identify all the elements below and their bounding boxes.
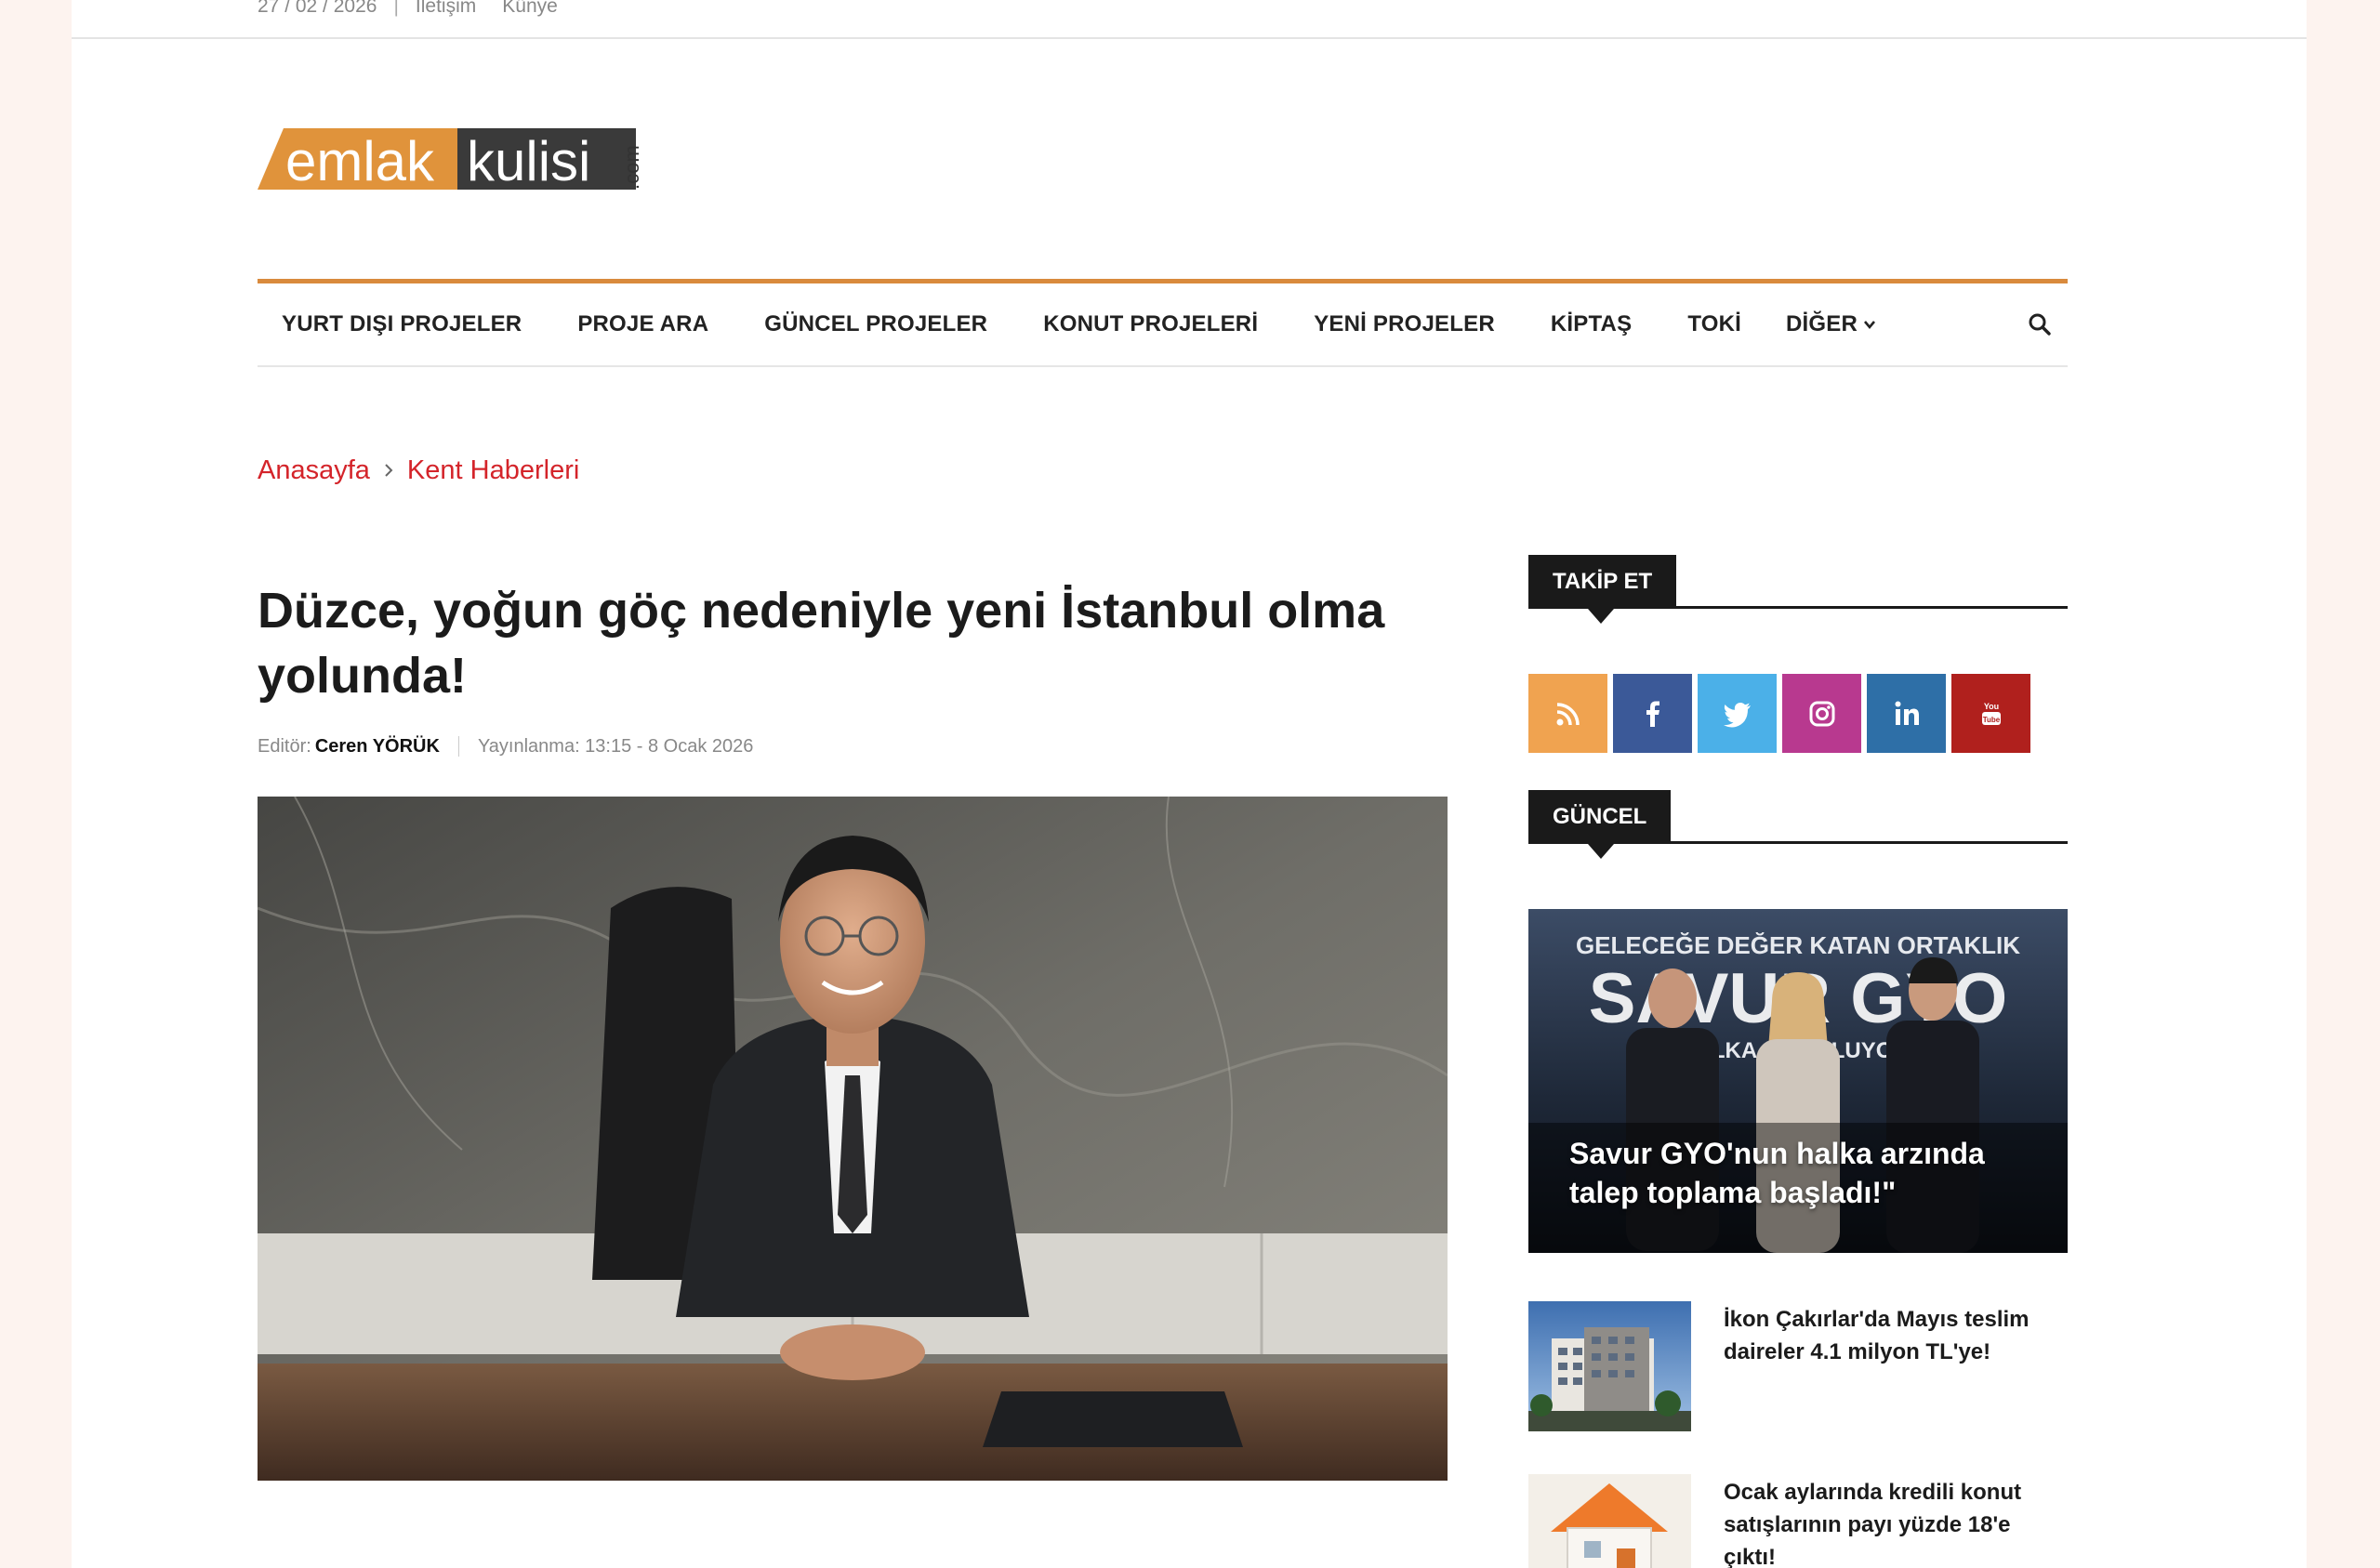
facebook-icon — [1646, 701, 1659, 727]
youtube-icon: You Tube — [1981, 702, 2001, 725]
rss-icon — [1556, 702, 1580, 725]
linkedin-button[interactable] — [1867, 674, 1946, 753]
contact-link[interactable]: İletişim — [416, 0, 476, 18]
svg-text:You: You — [1983, 702, 1998, 711]
instagram-icon — [1809, 701, 1834, 726]
editor-label: Editör: — [258, 735, 311, 757]
twitter-button[interactable] — [1698, 674, 1777, 753]
news-item-title[interactable]: Ocak aylarında kredili konut satışlarını… — [1724, 1476, 2068, 1568]
featured-news-card[interactable]: GELECEĞE DEĞER KATAN ORTAKLIK SAVUR GYO … — [1528, 909, 2068, 1253]
current-date: 27 / 02 / 2026 — [258, 0, 377, 17]
top-bar-content: 27 / 02 / 2026 | İletişim Künye — [258, 0, 584, 20]
follow-widget-header: TAKİP ET — [1528, 555, 2068, 624]
nav-kiptas[interactable]: KİPTAŞ — [1551, 311, 1632, 337]
news-thumbnail[interactable] — [1528, 1301, 1691, 1431]
site-logo[interactable]: emlak kulisi .com — [258, 121, 648, 195]
news-item[interactable]: İkon Çakırlar'da Mayıs teslim daireler 4… — [1528, 1301, 2068, 1431]
youtube-button[interactable]: You Tube — [1951, 674, 2030, 753]
meta-separator — [457, 736, 459, 757]
news-item-title[interactable]: İkon Çakırlar'da Mayıs teslim daireler 4… — [1724, 1303, 2068, 1368]
twitter-icon — [1723, 702, 1751, 727]
breadcrumb-category[interactable]: Kent Haberleri — [407, 455, 579, 486]
top-bar-separator: | — [393, 0, 399, 17]
breadcrumb-home[interactable]: Anasayfa — [258, 455, 370, 486]
social-links: You Tube — [1528, 674, 2036, 753]
linkedin-icon — [1895, 701, 1919, 725]
news-thumbnail[interactable] — [1528, 1474, 1691, 1568]
article-meta: Editör: Ceren YÖRÜK Yayınlanma: 13:15 - … — [258, 734, 753, 758]
svg-text:kulisi: kulisi — [467, 130, 590, 192]
news-widget-header: GÜNCEL — [1528, 790, 2068, 859]
news-widget-title: GÜNCEL — [1528, 790, 1672, 859]
top-bar: 27 / 02 / 2026 | İletişim Künye — [72, 0, 2307, 39]
news-item[interactable]: Ocak aylarında kredili konut satışlarını… — [1528, 1474, 2068, 1568]
nav-yeni-projeler[interactable]: YENİ PROJELER — [1314, 311, 1495, 337]
publish-date: Yayınlanma: 13:15 - 8 Ocak 2026 — [477, 735, 754, 757]
svg-text:Tube: Tube — [1982, 716, 2000, 724]
chevron-down-icon — [1864, 321, 1876, 330]
chevron-right-icon — [385, 464, 393, 477]
page: 27 / 02 / 2026 | İletişim Künye emlak ku… — [72, 0, 2307, 1568]
facebook-button[interactable] — [1613, 674, 1692, 753]
nav-konut-projeleri[interactable]: KONUT PROJELERİ — [1043, 311, 1258, 337]
search-icon[interactable] — [2027, 311, 2053, 337]
article-hero-image — [258, 797, 1448, 1481]
nav-more-label: DİĞER — [1786, 311, 1858, 336]
nav-guncel-projeler[interactable]: GÜNCEL PROJELER — [764, 311, 987, 337]
svg-text:GELECEĞE DEĞER KATAN ORTAKLIK: GELECEĞE DEĞER KATAN ORTAKLIK — [1576, 931, 2020, 959]
instagram-button[interactable] — [1782, 674, 1861, 753]
article-title: Düzce, yoğun göç nedeniyle yeni İstanbul… — [258, 583, 1385, 704]
editor-name[interactable]: Ceren YÖRÜK — [315, 736, 440, 758]
featured-news-title[interactable]: Savur GYO'nun halka arzında talep toplam… — [1569, 1134, 2016, 1212]
nav-toki[interactable]: TOKİ — [1687, 311, 1741, 337]
rss-button[interactable] — [1528, 674, 1607, 753]
breadcrumb: Anasayfa Kent Haberleri — [258, 452, 579, 489]
follow-widget-title: TAKİP ET — [1528, 555, 1677, 624]
main-nav: YURT DIŞI PROJELER PROJE ARA GÜNCEL PROJ… — [258, 279, 2068, 367]
imprint-link[interactable]: Künye — [502, 0, 558, 18]
svg-text:.com: .com — [620, 145, 643, 190]
svg-text:emlak: emlak — [285, 130, 435, 192]
nav-yurt-disi-projeler[interactable]: YURT DIŞI PROJELER — [282, 311, 522, 337]
nav-proje-ara[interactable]: PROJE ARA — [577, 311, 708, 337]
nav-more-dropdown[interactable]: DİĞER — [1786, 311, 1876, 337]
